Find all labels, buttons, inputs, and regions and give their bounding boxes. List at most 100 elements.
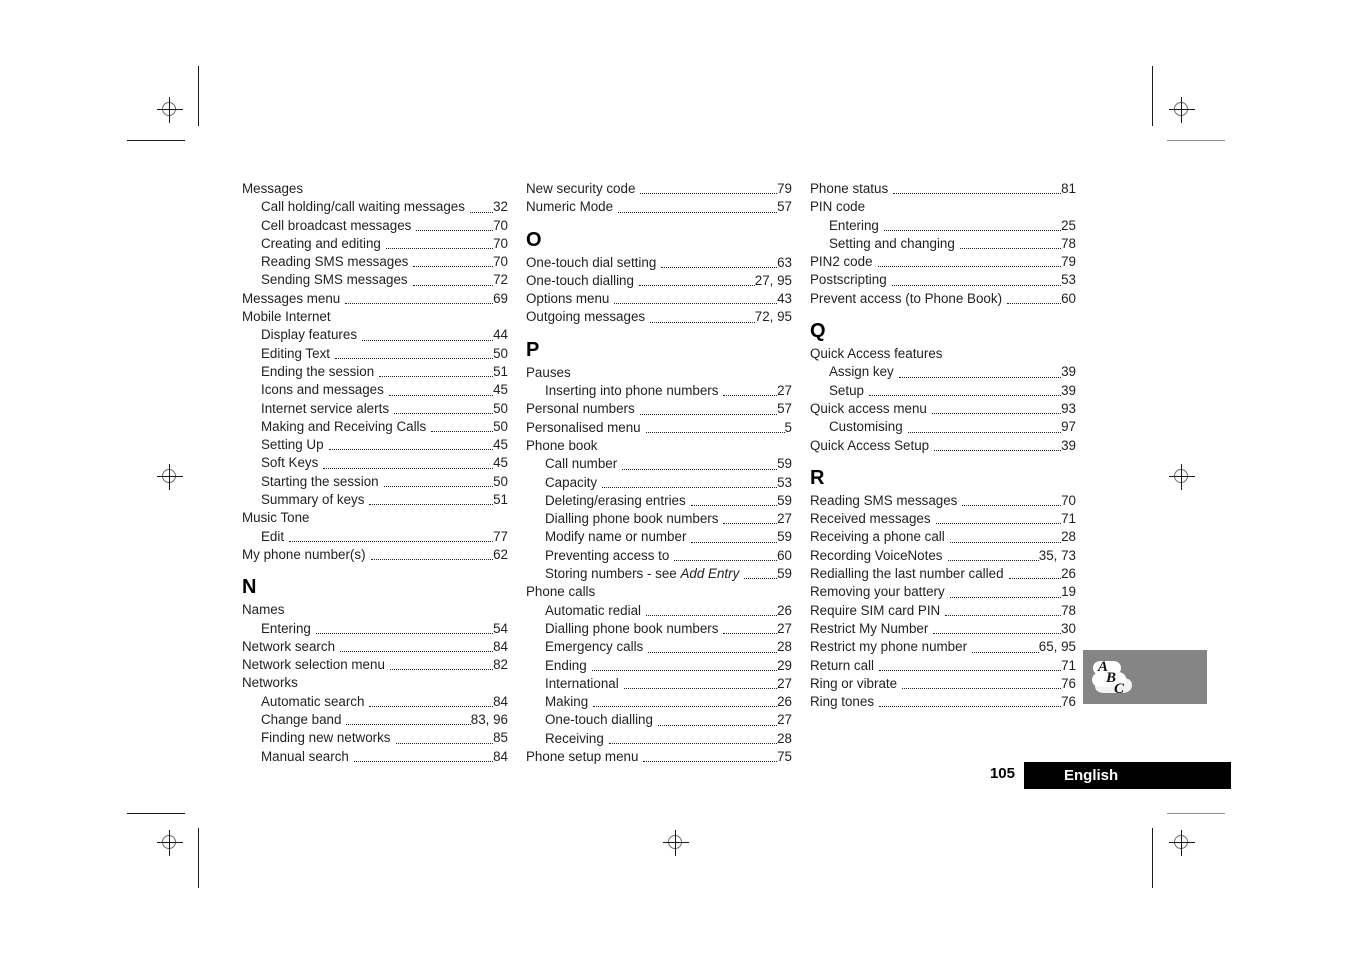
- index-entry[interactable]: Sending SMS messages 72: [242, 271, 508, 289]
- registration-hline: [157, 476, 183, 477]
- index-entry[interactable]: Change band 83, 96: [242, 711, 508, 729]
- index-entry[interactable]: Icons and messages 45: [242, 381, 508, 399]
- index-entry[interactable]: Internet service alerts 50: [242, 400, 508, 418]
- index-entry[interactable]: Reading SMS messages 70: [810, 492, 1076, 510]
- index-entry[interactable]: Received messages 71: [810, 510, 1076, 528]
- index-entry-page-number: 30: [1061, 620, 1076, 636]
- index-entry[interactable]: Outgoing messages 72, 95: [526, 308, 792, 326]
- index-entry[interactable]: Manual search 84: [242, 748, 508, 766]
- index-entry[interactable]: Networks: [242, 674, 508, 692]
- index-entry[interactable]: Cell broadcast messages 70: [242, 217, 508, 235]
- index-entry[interactable]: Personal numbers 57: [526, 400, 792, 418]
- index-entry-label: Dialling phone book numbers: [545, 620, 719, 636]
- index-entry[interactable]: Summary of keys 51: [242, 491, 508, 509]
- index-entry[interactable]: Dialling phone book numbers 27: [526, 510, 792, 528]
- index-entry[interactable]: One-touch dialling 27: [526, 711, 792, 729]
- index-entry[interactable]: Starting the session 50: [242, 473, 508, 491]
- index-entry[interactable]: Quick Access Setup 39: [810, 437, 1076, 455]
- index-entry[interactable]: Mobile Internet: [242, 308, 508, 326]
- index-entry-page-number: 51: [493, 492, 508, 508]
- index-entry[interactable]: Making and Receiving Calls 50: [242, 418, 508, 436]
- index-entry[interactable]: Display features 44: [242, 326, 508, 344]
- index-entry[interactable]: Messages: [242, 180, 508, 198]
- index-entry[interactable]: Phone book: [526, 437, 792, 455]
- index-entry[interactable]: Assign key 39: [810, 363, 1076, 381]
- index-entry[interactable]: Prevent access (to Phone Book) 60: [810, 290, 1076, 308]
- index-entry[interactable]: Phone setup menu 75: [526, 748, 792, 766]
- index-entry[interactable]: Setting Up 45: [242, 436, 508, 454]
- index-entry[interactable]: Receiving a phone call 28: [810, 528, 1076, 546]
- index-entry[interactable]: Automatic search 84: [242, 693, 508, 711]
- index-entry-page-number: 71: [1061, 511, 1076, 527]
- index-entry[interactable]: Preventing access to 60: [526, 547, 792, 565]
- index-entry[interactable]: Setup 39: [810, 382, 1076, 400]
- index-entry[interactable]: Postscripting 53: [810, 271, 1076, 289]
- index-entry[interactable]: Edit 77: [242, 528, 508, 546]
- index-entry[interactable]: Network search 84: [242, 638, 508, 656]
- index-entry[interactable]: Ending 29: [526, 657, 792, 675]
- index-entry[interactable]: Quick Access features: [810, 345, 1076, 363]
- index-entry[interactable]: Names: [242, 601, 508, 619]
- index-entry[interactable]: Require SIM card PIN 78: [810, 602, 1076, 620]
- index-entry[interactable]: Setting and changing 78: [810, 235, 1076, 253]
- index-entry[interactable]: Storing numbers - see Add Entry 59: [526, 565, 792, 583]
- index-entry[interactable]: Soft Keys 45: [242, 454, 508, 472]
- index-entry[interactable]: Automatic redial 26: [526, 602, 792, 620]
- index-entry[interactable]: Removing your battery 19: [810, 583, 1076, 601]
- index-entry[interactable]: Pauses: [526, 364, 792, 382]
- index-entry[interactable]: Options menu 43: [526, 290, 792, 308]
- index-entry[interactable]: One-touch dial setting 63: [526, 254, 792, 272]
- index-entry[interactable]: Personalised menu 5: [526, 419, 792, 437]
- index-entry[interactable]: Inserting into phone numbers 27: [526, 382, 792, 400]
- index-entry[interactable]: International 27: [526, 675, 792, 693]
- crop-mark-bottom-left-horizontal: [127, 813, 185, 814]
- index-entry[interactable]: Quick access menu 93: [810, 400, 1076, 418]
- dot-leader: [622, 455, 777, 473]
- index-entry[interactable]: Ring tones 76: [810, 693, 1076, 711]
- index-entry[interactable]: Dialling phone book numbers 27: [526, 620, 792, 638]
- registration-vline: [169, 97, 170, 123]
- index-entry-label: Edit: [261, 528, 285, 544]
- index-entry[interactable]: Capacity 53: [526, 474, 792, 492]
- index-entry-label: Messages: [242, 181, 304, 196]
- index-entry[interactable]: Making 26: [526, 693, 792, 711]
- index-entry[interactable]: Network selection menu 82: [242, 656, 508, 674]
- index-entry[interactable]: Creating and editing 70: [242, 235, 508, 253]
- index-entry[interactable]: Emergency calls 28: [526, 638, 792, 656]
- index-entry[interactable]: Customising 97: [810, 418, 1076, 436]
- index-entry[interactable]: Receiving 28: [526, 730, 792, 748]
- index-entry[interactable]: Call number 59: [526, 455, 792, 473]
- abc-text-entry-icon: A B C: [1083, 650, 1207, 704]
- index-entry[interactable]: Recording VoiceNotes 35, 73: [810, 547, 1076, 565]
- index-entry[interactable]: Restrict My Number 30: [810, 620, 1076, 638]
- index-entry[interactable]: Reading SMS messages 70: [242, 253, 508, 271]
- index-entry[interactable]: Phone status 81: [810, 180, 1076, 198]
- index-entry[interactable]: New security code 79: [526, 180, 792, 198]
- index-entry[interactable]: Phone calls: [526, 583, 792, 601]
- index-entry-page-number: 29: [777, 657, 792, 673]
- index-entry[interactable]: Redialling the last number called 26: [810, 565, 1076, 583]
- dot-leader: [323, 454, 493, 472]
- index-entry[interactable]: Entering 54: [242, 620, 508, 638]
- index-entry[interactable]: PIN2 code 79: [810, 253, 1076, 271]
- index-entry[interactable]: Numeric Mode 57: [526, 198, 792, 216]
- index-entry-label: Finding new networks: [261, 730, 391, 746]
- index-entry[interactable]: Deleting/erasing entries 59: [526, 492, 792, 510]
- index-entry[interactable]: Music Tone: [242, 509, 508, 527]
- index-entry[interactable]: Modify name or number 59: [526, 528, 792, 546]
- index-entry[interactable]: Editing Text 50: [242, 345, 508, 363]
- index-entry[interactable]: Ending the session 51: [242, 363, 508, 381]
- index-entry[interactable]: Ring or vibrate 76: [810, 675, 1076, 693]
- index-entry[interactable]: Return call 71: [810, 657, 1076, 675]
- index-entry[interactable]: Finding new networks 85: [242, 729, 508, 747]
- index-entry[interactable]: One-touch dialling 27, 95: [526, 272, 792, 290]
- index-entry-page-number: 57: [777, 199, 792, 215]
- index-entry[interactable]: Entering 25: [810, 217, 1076, 235]
- index-entry[interactable]: Restrict my phone number 65, 95: [810, 638, 1076, 656]
- index-entry[interactable]: My phone number(s) 62: [242, 546, 508, 564]
- index-entry[interactable]: Messages menu 69: [242, 290, 508, 308]
- index-entry-label: Prevent access (to Phone Book): [810, 290, 1003, 306]
- index-entry[interactable]: Call holding/call waiting messages 32: [242, 198, 508, 216]
- index-entry[interactable]: PIN code: [810, 198, 1076, 216]
- index-entry-page-number: 26: [1061, 566, 1076, 582]
